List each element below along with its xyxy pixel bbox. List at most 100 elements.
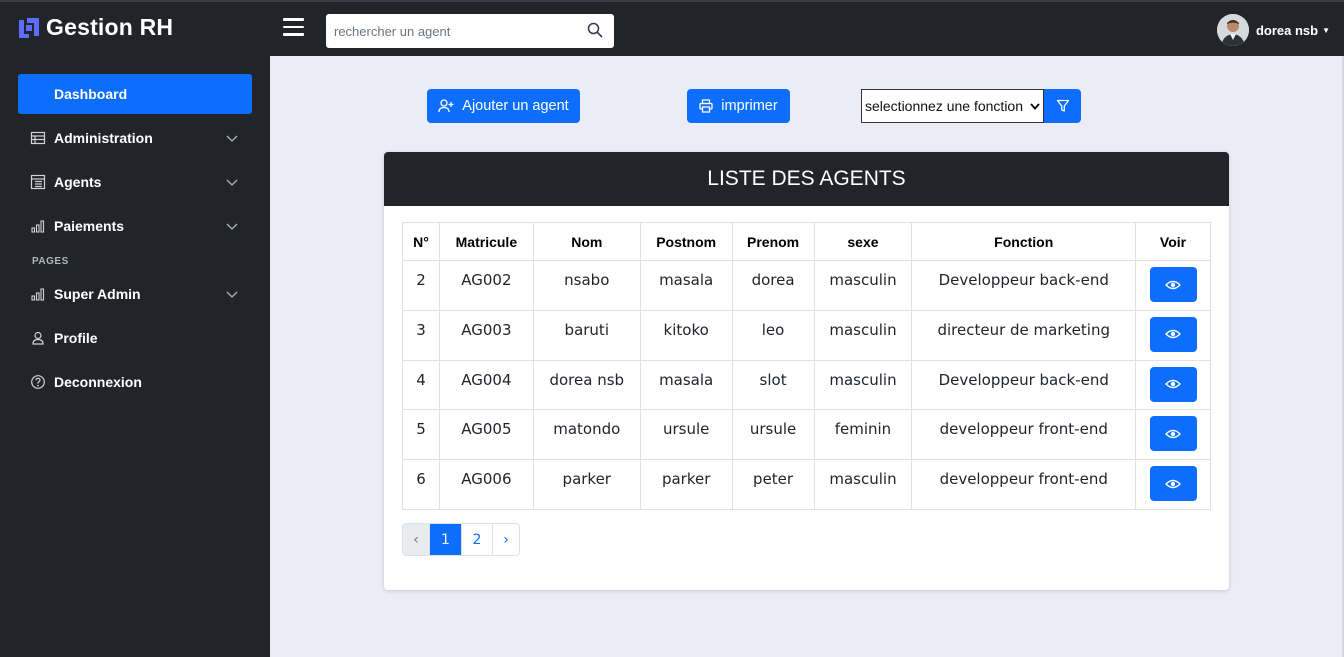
filter-button[interactable] [1044, 89, 1081, 123]
cell-voir [1135, 260, 1211, 311]
table-row: 5 AG005 matondo ursule ursule feminin de… [402, 409, 1211, 461]
avatar [1216, 14, 1249, 46]
cell-number: 6 [402, 459, 440, 510]
dashboard-icon [30, 86, 46, 102]
table-row: 2 AG002 nsabo masala dorea masculin Deve… [402, 260, 1211, 311]
search-icon[interactable] [587, 22, 603, 38]
chevron-down-icon [226, 179, 238, 186]
cell-sexe: masculin [813, 260, 913, 311]
search-box [326, 14, 614, 48]
user-menu[interactable]: dorea nsb ▼ [1216, 14, 1330, 46]
cell-fonction: developpeur front-end [911, 409, 1137, 461]
cell-number: 4 [402, 359, 440, 411]
cell-matricule: AG004 [438, 359, 534, 411]
cell-matricule: AG006 [438, 459, 534, 510]
table-row: 6 AG006 parker parker peter masculin dev… [402, 459, 1211, 510]
print-button[interactable]: imprimer [687, 89, 790, 123]
cell-number: 3 [402, 309, 440, 361]
sidebar-item-super-admin[interactable]: Super Admin [18, 274, 252, 314]
cell-prenom: peter [731, 459, 815, 510]
cell-postnom: ursule [639, 409, 733, 461]
cell-voir [1135, 409, 1211, 461]
view-button[interactable] [1149, 267, 1197, 302]
view-button[interactable] [1149, 366, 1197, 402]
cell-sexe: masculin [813, 309, 913, 361]
cell-prenom: dorea [731, 260, 815, 311]
column-header: Nom [532, 222, 641, 261]
cell-nom: matondo [532, 409, 641, 461]
add-agent-label: Ajouter un agent [462, 98, 569, 114]
brand-logo-icon [19, 17, 39, 38]
cell-prenom: leo [731, 309, 815, 361]
sidebar-item-agents[interactable]: Agents [18, 162, 252, 202]
sidebar-item-dashboard[interactable]: Dashboard [18, 74, 252, 114]
eye-icon [1165, 330, 1181, 339]
table-row: 4 AG004 dorea nsb masala slot masculin D… [402, 359, 1211, 411]
sidebar-item-label: Agents [54, 174, 102, 190]
cell-matricule: AG003 [438, 309, 534, 361]
list-icon [30, 131, 46, 145]
print-label: imprimer [721, 98, 778, 114]
column-header: Matricule [438, 222, 534, 261]
cell-postnom: parker [639, 459, 733, 510]
cell-number: 5 [402, 409, 440, 461]
function-select[interactable]: selectionnez une fonction [861, 89, 1044, 123]
cell-postnom: masala [639, 359, 733, 411]
cell-fonction: Developpeur back-end [911, 359, 1137, 411]
search-input[interactable] [326, 16, 576, 46]
cell-number: 2 [402, 260, 440, 311]
eye-icon [1165, 429, 1181, 439]
sidebar-item-profile[interactable]: Profile [18, 318, 252, 358]
pagination-prev[interactable]: ‹ [403, 524, 430, 555]
cell-sexe: masculin [813, 459, 913, 510]
sidebar-item-administration[interactable]: Administration [18, 118, 252, 158]
view-button[interactable] [1149, 466, 1197, 502]
bar-chart-icon [31, 220, 45, 233]
sidebar-item-label: Super Admin [54, 286, 141, 302]
pagination: ‹ 1 2 › [402, 523, 520, 556]
add-agent-button[interactable]: Ajouter un agent [427, 89, 580, 123]
filter-icon [1056, 99, 1069, 112]
sidebar-item-label: Paiements [54, 218, 125, 234]
agents-card: LISTE DES AGENTS N° Matricule Nom Postno… [384, 152, 1229, 590]
chevron-down-icon [226, 223, 238, 230]
section-label-pages: PAGES [32, 256, 69, 267]
view-button[interactable] [1149, 416, 1197, 452]
pagination-page-1[interactable]: 1 [430, 524, 462, 555]
top-navbar: Gestion RH dorea nsb ▼ [0, 0, 1344, 56]
table-row: 3 AG003 baruti kitoko leo masculin direc… [402, 309, 1211, 361]
cell-prenom: ursule [731, 409, 815, 461]
brand[interactable]: Gestion RH [18, 14, 173, 41]
cell-nom: dorea nsb [532, 359, 641, 411]
user-plus-icon [438, 99, 454, 113]
user-icon [32, 331, 44, 345]
column-header: Fonction [911, 222, 1137, 261]
view-button[interactable] [1149, 316, 1197, 352]
table-icon [30, 174, 46, 190]
sidebar-item-label: Administration [54, 130, 153, 146]
cell-nom: nsabo [532, 260, 641, 311]
column-header: Prenom [731, 222, 815, 261]
cell-voir [1135, 359, 1211, 411]
menu-toggle-icon[interactable] [283, 18, 304, 38]
sidebar-item-label: Deconnexion [54, 374, 142, 390]
sidebar-item-paiements[interactable]: Paiements [18, 206, 252, 246]
column-header: Postnom [639, 222, 733, 261]
sidebar-item-label: Dashboard [54, 86, 128, 102]
column-header: N° [402, 222, 440, 261]
caret-down-icon: ▼ [1322, 25, 1330, 35]
sidebar-item-deconnexion[interactable]: Deconnexion [18, 362, 252, 402]
user-name: dorea nsb [1255, 22, 1319, 38]
pagination-next[interactable]: › [493, 524, 519, 555]
cell-voir [1135, 309, 1211, 361]
cell-postnom: masala [639, 260, 733, 311]
cell-fonction: developpeur front-end [911, 459, 1137, 510]
bar-chart-icon [31, 288, 45, 301]
question-circle-icon [31, 375, 45, 389]
chevron-down-icon [226, 135, 238, 142]
cell-fonction: Developpeur back-end [911, 260, 1137, 311]
pagination-page-2[interactable]: 2 [462, 524, 493, 555]
card-title: LISTE DES AGENTS [384, 152, 1229, 206]
cell-matricule: AG005 [438, 409, 534, 461]
eye-icon [1165, 479, 1181, 488]
